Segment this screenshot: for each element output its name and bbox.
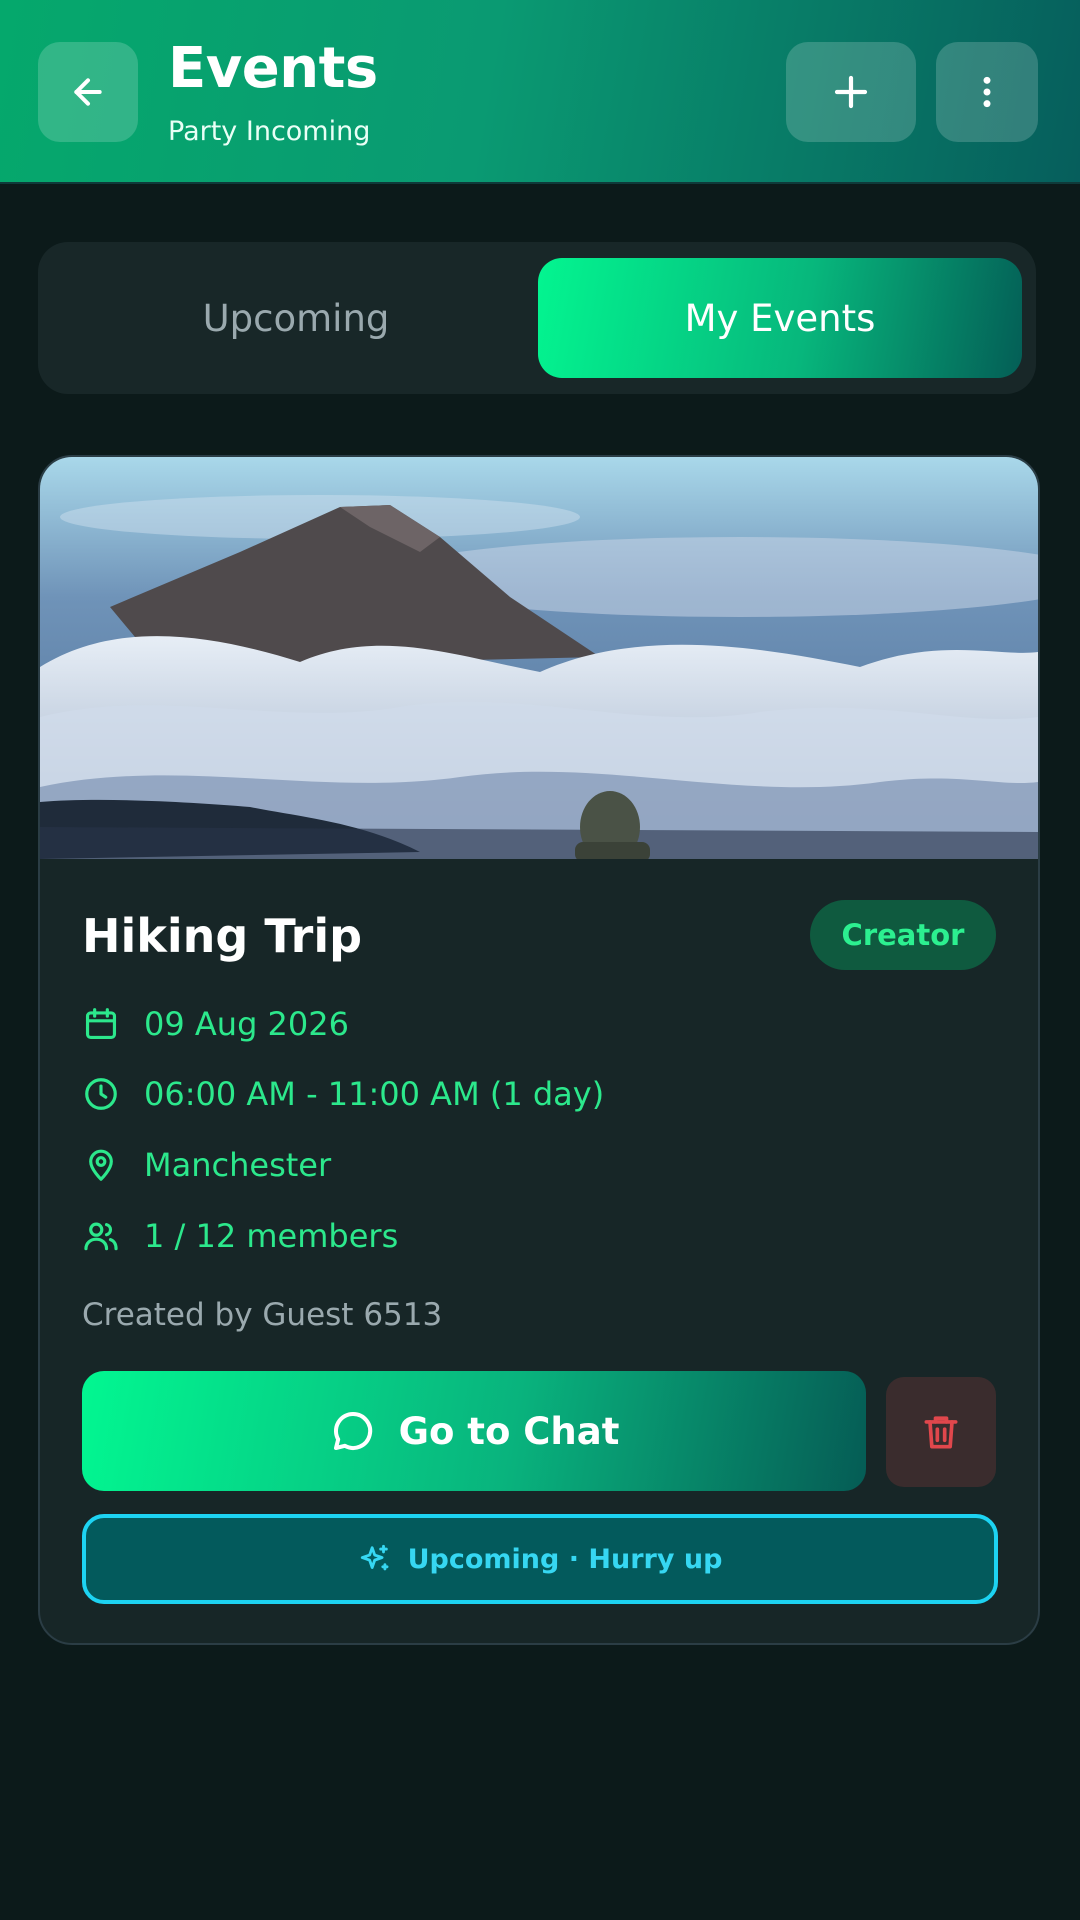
clock-icon (85, 1078, 117, 1110)
event-cover-image (40, 457, 1038, 859)
event-card[interactable]: Hiking Trip Creator 09 Aug 2026 06:00 AM… (38, 455, 1040, 1645)
event-members: 1 / 12 members (144, 1217, 399, 1255)
event-location: Manchester (144, 1146, 332, 1184)
delete-event-button[interactable] (886, 1377, 996, 1487)
back-button[interactable] (38, 42, 138, 142)
add-event-button[interactable] (786, 42, 916, 142)
created-by-label: Created by Guest 6513 (82, 1297, 443, 1333)
event-members-row: 1 / 12 members (82, 1211, 398, 1261)
event-time-row: 06:00 AM - 11:00 AM (1 day) (82, 1069, 604, 1119)
event-status-label: Upcoming · Hurry up (407, 1543, 723, 1575)
event-time: 06:00 AM - 11:00 AM (1 day) (144, 1075, 605, 1113)
event-status-banner: Upcoming · Hurry up (82, 1514, 998, 1604)
sparkles-icon (360, 1544, 389, 1571)
trash-icon (924, 1416, 958, 1449)
calendar-icon (85, 1008, 117, 1040)
event-date: 09 Aug 2026 (144, 1005, 349, 1043)
plus-icon (834, 75, 868, 109)
creator-badge: Creator (810, 900, 996, 970)
users-icon (84, 1222, 118, 1251)
event-location-row: Manchester (82, 1140, 331, 1190)
go-to-chat-button[interactable]: Go to Chat (82, 1371, 866, 1491)
app-header: Events Party Incoming (0, 0, 1080, 184)
event-date-row: 09 Aug 2026 (82, 999, 349, 1049)
more-vertical-icon (983, 76, 991, 108)
event-tabs: Upcoming My Events (38, 242, 1036, 394)
tab-my-events[interactable]: My Events (538, 258, 1022, 378)
map-pin-icon (89, 1149, 113, 1181)
tab-upcoming[interactable]: Upcoming (54, 258, 538, 378)
more-options-button[interactable] (936, 42, 1038, 142)
go-to-chat-label: Go to Chat (398, 1409, 620, 1453)
page-title: Events (168, 36, 378, 101)
page-subtitle: Party Incoming (168, 116, 371, 147)
chat-bubble-icon (333, 1411, 372, 1450)
arrow-left-icon (74, 78, 102, 106)
event-title: Hiking Trip (82, 909, 363, 963)
